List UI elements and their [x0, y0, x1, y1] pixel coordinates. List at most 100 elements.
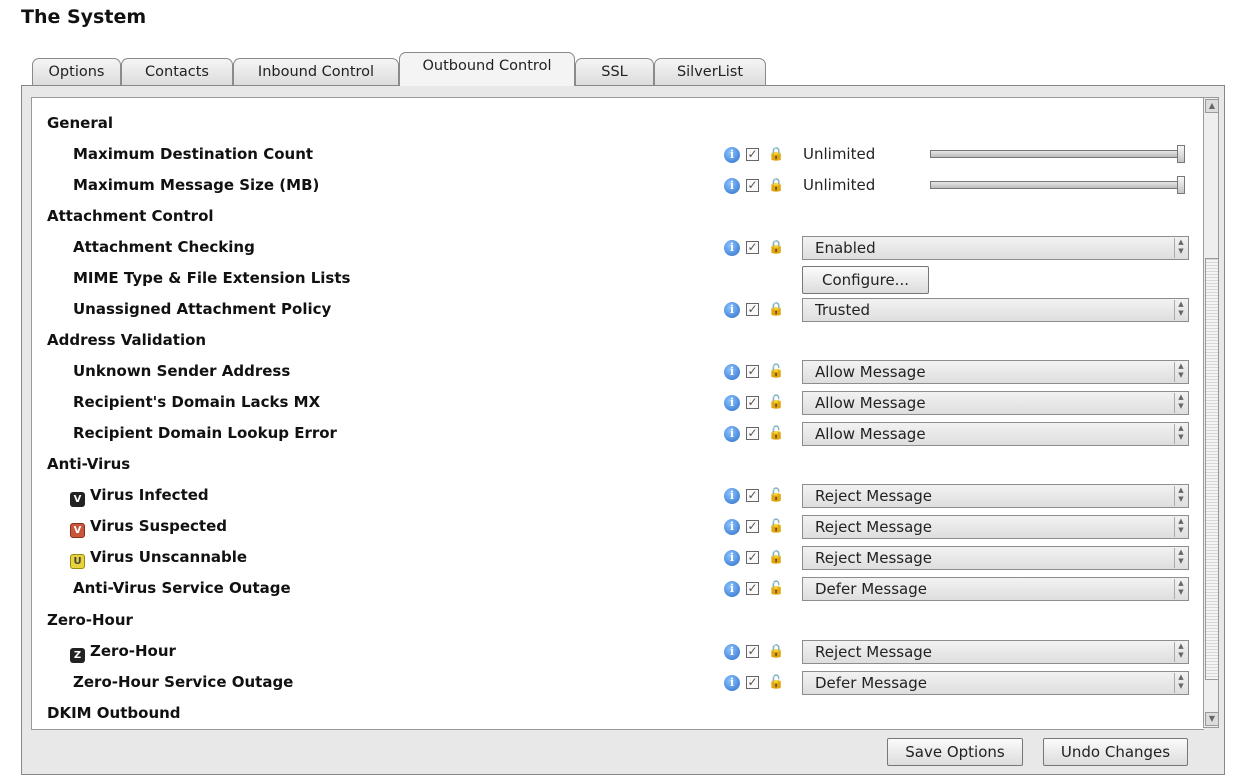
tab-silverlist[interactable]: SilverList [654, 58, 766, 85]
checkbox-icon[interactable]: ✓ [746, 179, 759, 192]
row-label: Maximum Destination Count [73, 145, 314, 163]
unlock-icon[interactable]: 🔓 [768, 364, 784, 380]
row-anti-virus-outage: Anti-Virus Service Outage i ✓ 🔓 Defer Me… [32, 573, 1204, 604]
undo-changes-button[interactable]: Undo Changes [1043, 738, 1188, 766]
page-title: The System [21, 6, 147, 28]
lock-icon[interactable]: 🔒 [768, 550, 784, 566]
anti-virus-outage-select[interactable]: Defer Message ▲ ▼ [802, 577, 1189, 601]
row-label: MIME Type & File Extension Lists [73, 269, 351, 287]
section-zero-hour: Zero-Hour [32, 605, 1204, 636]
checkbox-icon[interactable]: ✓ [746, 645, 759, 658]
tab-contacts[interactable]: Contacts [121, 58, 233, 85]
checkbox-icon[interactable]: ✓ [746, 303, 759, 316]
slider-handle[interactable] [1177, 176, 1185, 194]
info-icon[interactable]: i [724, 675, 740, 691]
info-icon[interactable]: i [724, 178, 740, 194]
row-label-text: Zero-Hour [90, 642, 176, 660]
info-icon[interactable]: i [724, 426, 740, 442]
row-label: Attachment Checking [73, 238, 255, 256]
virus-unscannable-select[interactable]: Reject Message ▲ ▼ [802, 546, 1189, 570]
unlock-icon[interactable]: 🔓 [768, 581, 784, 597]
slider-handle[interactable] [1177, 145, 1185, 163]
row-label: V Virus Suspected [70, 511, 227, 542]
unassigned-policy-select[interactable]: Trusted ▲ ▼ [802, 298, 1189, 322]
section-title: Anti-Virus [47, 455, 131, 473]
zero-hour-outage-select[interactable]: Defer Message ▲ ▼ [802, 671, 1189, 695]
tab-outbound-control[interactable]: Outbound Control [399, 52, 575, 86]
lock-icon[interactable]: 🔒 [768, 240, 784, 256]
checkbox-icon[interactable]: ✓ [746, 396, 759, 409]
row-label: Unknown Sender Address [73, 362, 291, 380]
tab-inbound-control[interactable]: Inbound Control [233, 58, 399, 85]
row-domain-lookup-error: Recipient Domain Lookup Error i ✓ 🔓 Allo… [32, 418, 1204, 449]
row-attachment-checking: Attachment Checking i ✓ 🔒 Enabled ▲ ▼ [32, 232, 1204, 263]
settings-content: General Maximum Destination Count i ✓ 🔒 … [31, 97, 1204, 730]
updown-arrows-icon: ▲ ▼ [1174, 673, 1187, 693]
unlock-icon[interactable]: 🔓 [768, 488, 784, 504]
domain-lookup-error-select[interactable]: Allow Message ▲ ▼ [802, 422, 1189, 446]
domain-lacks-mx-select[interactable]: Allow Message ▲ ▼ [802, 391, 1189, 415]
unlock-icon[interactable]: 🔓 [768, 395, 784, 411]
row-domain-lacks-mx: Recipient's Domain Lacks MX i ✓ 🔓 Allow … [32, 387, 1204, 418]
unknown-sender-select[interactable]: Allow Message ▲ ▼ [802, 360, 1189, 384]
section-title: Attachment Control [47, 207, 214, 225]
info-icon[interactable]: i [724, 240, 740, 256]
zero-hour-badge-icon: Z [70, 648, 85, 663]
checkbox-icon[interactable]: ✓ [746, 427, 759, 440]
select-value: Reject Message [815, 518, 933, 536]
info-icon[interactable]: i [724, 364, 740, 380]
scrollbar-thumb[interactable] [1205, 258, 1219, 680]
info-icon[interactable]: i [724, 644, 740, 660]
select-value: Allow Message [815, 394, 926, 412]
checkbox-icon[interactable]: ✓ [746, 489, 759, 502]
row-label-text: Virus Infected [90, 486, 209, 504]
configure-button[interactable]: Configure... [802, 266, 929, 294]
tab-ssl[interactable]: SSL [575, 58, 654, 85]
checkbox-icon[interactable]: ✓ [746, 365, 759, 378]
checkbox-icon[interactable]: ✓ [746, 582, 759, 595]
virus-suspected-badge-icon: V [70, 523, 85, 538]
tab-options[interactable]: Options [32, 58, 121, 85]
section-title: Address Validation [47, 331, 207, 349]
virus-suspected-select[interactable]: Reject Message ▲ ▼ [802, 515, 1189, 539]
lock-icon[interactable]: 🔒 [768, 644, 784, 660]
unlock-icon[interactable]: 🔓 [768, 519, 784, 535]
scroll-down-arrow-icon[interactable]: ▼ [1205, 712, 1219, 726]
lock-icon[interactable]: 🔒 [768, 147, 784, 163]
updown-arrows-icon: ▲ ▼ [1174, 238, 1187, 258]
checkbox-icon[interactable]: ✓ [746, 676, 759, 689]
attachment-checking-select[interactable]: Enabled ▲ ▼ [802, 236, 1189, 260]
row-mime-lists: MIME Type & File Extension Lists Configu… [32, 263, 1204, 294]
unlock-icon[interactable]: 🔓 [768, 426, 784, 442]
info-icon[interactable]: i [724, 550, 740, 566]
info-icon[interactable]: i [724, 581, 740, 597]
virus-infected-select[interactable]: Reject Message ▲ ▼ [802, 484, 1189, 508]
info-icon[interactable]: i [724, 147, 740, 163]
checkbox-icon[interactable]: ✓ [746, 241, 759, 254]
row-virus-unscannable: U Virus Unscannable i ✓ 🔒 Reject Message … [32, 542, 1204, 573]
checkbox-icon[interactable]: ✓ [746, 520, 759, 533]
lock-icon[interactable]: 🔒 [768, 178, 784, 194]
vertical-scrollbar[interactable]: ▲ ▼ [1203, 97, 1219, 728]
info-icon[interactable]: i [724, 488, 740, 504]
checkbox-icon[interactable]: ✓ [746, 148, 759, 161]
virus-unscannable-badge-icon: U [70, 554, 85, 569]
save-options-button[interactable]: Save Options [887, 738, 1023, 766]
row-label: Unassigned Attachment Policy [73, 300, 332, 318]
zero-hour-select[interactable]: Reject Message ▲ ▼ [802, 640, 1189, 664]
settings-panel: General Maximum Destination Count i ✓ 🔒 … [21, 85, 1225, 775]
section-title: Zero-Hour [47, 611, 133, 629]
select-value: Allow Message [815, 363, 926, 381]
row-virus-suspected: V Virus Suspected i ✓ 🔓 Reject Message ▲ ▼ [32, 511, 1204, 542]
section-anti-virus: Anti-Virus [32, 449, 1204, 480]
info-icon[interactable]: i [724, 302, 740, 318]
info-icon[interactable]: i [724, 395, 740, 411]
section-general: General [32, 108, 1204, 139]
slider-track[interactable] [930, 150, 1180, 158]
slider-track[interactable] [930, 181, 1180, 189]
info-icon[interactable]: i [724, 519, 740, 535]
lock-icon[interactable]: 🔒 [768, 302, 784, 318]
scroll-up-arrow-icon[interactable]: ▲ [1205, 99, 1219, 113]
unlock-icon[interactable]: 🔓 [768, 675, 784, 691]
checkbox-icon[interactable]: ✓ [746, 551, 759, 564]
